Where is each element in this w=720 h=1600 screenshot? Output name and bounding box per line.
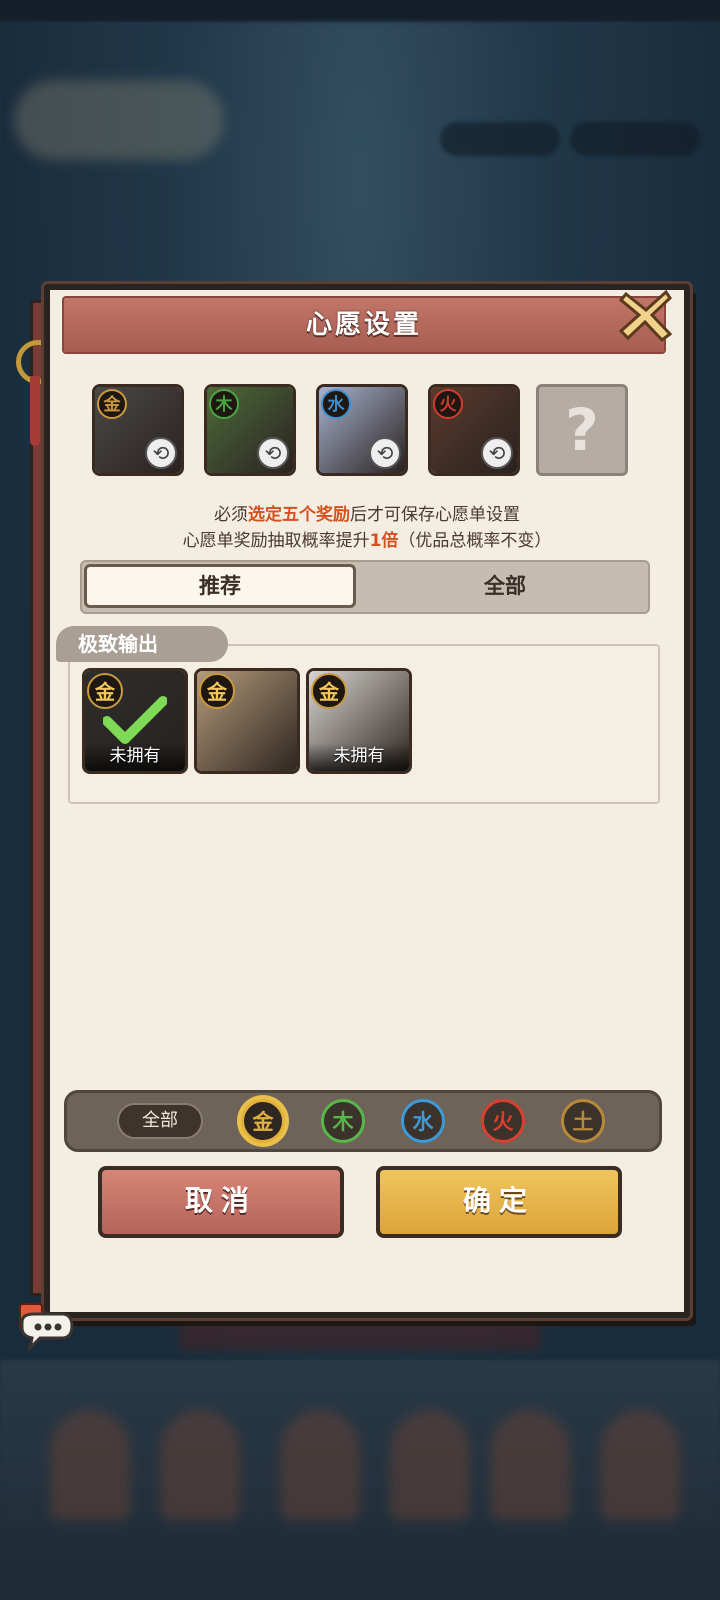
cancel-button[interactable]: 取消: [98, 1166, 344, 1238]
swap-icon[interactable]: ⟲: [481, 437, 513, 469]
category-tabs: 推荐 全部: [80, 560, 650, 614]
filter-element-3[interactable]: 水: [401, 1099, 445, 1143]
hero-card[interactable]: 金: [194, 668, 300, 774]
dialog-title: 心愿设置: [305, 310, 422, 340]
tassel-cord: [30, 376, 40, 446]
hero-card[interactable]: 金未拥有: [306, 668, 412, 774]
element-badge: 金: [199, 673, 235, 709]
swap-icon[interactable]: ⟲: [257, 437, 289, 469]
question-mark-icon: ?: [565, 396, 599, 464]
notice-line: 必须选定五个奖励后才可保存心愿单设置: [214, 505, 520, 525]
filter-element-5[interactable]: 土: [561, 1099, 605, 1143]
selected-hero-slot[interactable]: 金 ⟲: [92, 384, 184, 476]
section-title: 极致输出: [56, 626, 228, 662]
chat-bubble-icon[interactable]: [14, 1300, 76, 1354]
element-badge: 金: [97, 389, 127, 419]
element-badge: 木: [209, 389, 239, 419]
wish-settings-dialog: 心愿设置 金 ⟲ 木 ⟲ 水 ⟲ 火 ⟲ ? 必须选定五个奖励后才可保存心愿单设置 心愿单奖励…: [44, 284, 690, 1318]
filter-element-4[interactable]: 火: [481, 1099, 525, 1143]
filter-all-button[interactable]: 全部: [117, 1103, 203, 1139]
element-badge: 金: [87, 673, 123, 709]
tab-all[interactable]: 全部: [366, 564, 644, 608]
not-owned-label: 未拥有: [309, 743, 409, 771]
tab-recommended[interactable]: 推荐: [84, 564, 356, 608]
selected-hero-slot[interactable]: 水 ⟲: [316, 384, 408, 476]
filter-element-1[interactable]: 金: [241, 1099, 285, 1143]
not-owned-label: 未拥有: [85, 743, 185, 771]
hero-card[interactable]: 金未拥有: [82, 668, 188, 774]
element-badge: 金: [311, 673, 347, 709]
confirm-button[interactable]: 确定: [376, 1166, 622, 1238]
element-badge: 火: [433, 389, 463, 419]
dialog-title-bar: 心愿设置: [62, 296, 666, 354]
close-icon[interactable]: [616, 286, 674, 344]
selected-hero-slot[interactable]: 木 ⟲: [204, 384, 296, 476]
swap-icon[interactable]: ⟲: [369, 437, 401, 469]
element-badge: 水: [321, 389, 351, 419]
selected-hero-slot[interactable]: 火 ⟲: [428, 384, 520, 476]
empty-reward-slot[interactable]: ?: [536, 384, 628, 476]
element-filter-bar: 全部 金木水火土: [64, 1090, 662, 1152]
filter-element-2[interactable]: 木: [321, 1099, 365, 1143]
swap-icon[interactable]: ⟲: [145, 437, 177, 469]
rate-line: 心愿单奖励抽取概率提升1倍（优品总概率不变）: [182, 531, 552, 551]
